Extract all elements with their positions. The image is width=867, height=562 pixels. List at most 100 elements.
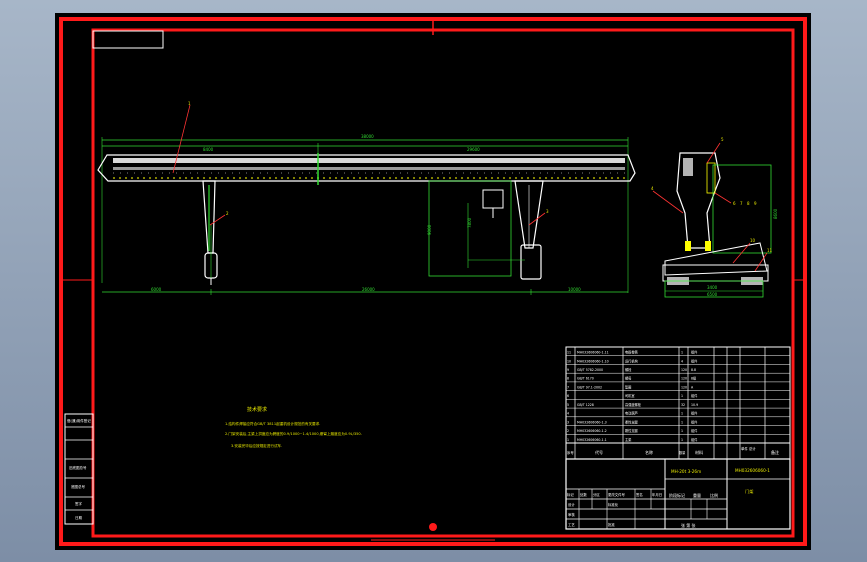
bom-cell-no: 8 (567, 377, 569, 381)
part-label-3: 3 (546, 209, 549, 214)
weight-label: 重量 (693, 492, 701, 498)
bom-cell-no: 7 (567, 385, 569, 389)
bom-cell-no: 4 (567, 412, 569, 416)
dim-right-seg: 29600 (467, 147, 480, 152)
bom-cell-name: 螺母 (625, 376, 631, 381)
left-block-3: 签字 (75, 501, 82, 506)
bom-cell-name: 垫圈 (625, 384, 631, 389)
sign-zone: 分区 (593, 492, 600, 497)
bom-cell-no: 10 (567, 359, 571, 363)
label-check: 审核 (568, 512, 575, 517)
dim-span: 26000 (362, 287, 375, 292)
bom-header-no: 序号 (567, 450, 574, 455)
drawing-number-box (92, 30, 164, 49)
bom-cell-qty: 1 (681, 420, 683, 424)
bom-cell-mat: 组件 (691, 411, 698, 416)
bom-cell-no: 1 (567, 438, 569, 442)
label-standard: 标准化 (608, 502, 619, 507)
part-label-11: 11 (767, 248, 773, 253)
sign-count: 处数 (580, 492, 587, 497)
part-label-8: 8 (747, 201, 750, 206)
part-label-1: 1 (188, 101, 191, 106)
bom-cell-mat: 组件 (691, 428, 698, 433)
bom-table (565, 346, 791, 459)
bom-cell-no: 6 (567, 394, 569, 398)
bom-cell-qty: 1 (681, 351, 683, 355)
part-label-10: 10 (750, 238, 756, 243)
bom-cell-qty: 1 (681, 429, 683, 433)
dim-side-base: 6500 (707, 292, 718, 297)
gantry-side-view (652, 142, 772, 298)
dim-overall: 38000 (361, 134, 374, 139)
drawing-code: MH032606060-1 (735, 468, 770, 473)
bom-cell-name: 司机室 (625, 393, 635, 398)
dim-clear-height: 7800 (467, 217, 472, 228)
bom-cell-mat: A (691, 385, 694, 389)
label-process: 工艺 (568, 522, 575, 527)
part-label-9: 9 (754, 201, 757, 206)
bom-cell-code: MH032606060-1.11 (577, 351, 609, 355)
bom-cell-qty: 120 (681, 377, 687, 381)
bom-rows: 11 MH032606060-1.11 电缆卷筒 1 组件10 MH032606060-1… (566, 350, 790, 444)
bom-cell-name: 刚性支腿 (625, 428, 639, 433)
bom-cell-name: 柔性支腿 (625, 419, 639, 424)
left-block-0: 借(通)用件登记 (67, 418, 91, 423)
bom-header-note: 备注 (771, 449, 779, 455)
tech-req-line-2: 2.门架安装后,主梁上拱度应为跨度的0.9/1000~1.4/1000,悬臂上翘… (225, 431, 362, 436)
bom-cell-qty: 120 (681, 368, 687, 372)
bom-cell-code: GB/T 5782-2000 (577, 368, 603, 372)
cad-canvas[interactable]: 38000 8400 29600 6000 26000 10000 9000 7… (55, 13, 811, 550)
bom-cell-name: 电缆卷筒 (625, 350, 638, 355)
sign-signature: 签名 (636, 492, 643, 497)
bom-cell-code: GB/T 1228 (577, 403, 594, 407)
bom-cell-qty: 1 (681, 394, 683, 398)
tech-req-heading: 技术要求 (247, 406, 267, 413)
view-name: 门架 (745, 488, 753, 495)
sign-mark: 标记 (567, 492, 574, 497)
bom-cell-name: 电动葫芦 (625, 411, 638, 416)
bom-header-mat: 材料 (695, 449, 703, 455)
part-label-6: 6 (733, 201, 736, 206)
bom-cell-code: MH032606060-1.3 (577, 420, 607, 424)
dim-side-height: 8600 (773, 208, 778, 219)
sheet-label: 张 第 张 (681, 522, 696, 528)
bom-cell-no: 2 (567, 429, 569, 433)
bom-cell-code: MH032606060-1.1 (577, 438, 607, 442)
sign-change-doc: 更改文件号 (608, 492, 626, 497)
bom-header-code: 代号 (595, 449, 603, 455)
machine-desc: MH-20t 3-26m (671, 469, 701, 474)
bom-header-weight: 单件 总计 (741, 446, 756, 451)
bom-cell-qty: 120 (681, 385, 687, 389)
label-approve: 批准 (608, 522, 615, 527)
bom-cell-qty: 1 (681, 412, 683, 416)
bom-cell-name: 主梁 (625, 437, 632, 442)
bom-cell-no: 3 (567, 420, 569, 424)
bom-cell-mat: 组件 (691, 419, 698, 424)
stage-label: 阶段标记 (669, 492, 685, 498)
bom-cell-no: 9 (567, 368, 569, 372)
bom-cell-qty: 32 (681, 403, 685, 407)
bom-cell-mat: 8级 (691, 376, 697, 381)
bom-cell-code: MH032606060-1.2 (577, 429, 607, 433)
bom-cell-no: 5 (567, 403, 569, 407)
bom-cell-mat: 组件 (691, 393, 698, 398)
bom-cell-code: MH032606060-1.10 (577, 359, 609, 363)
left-block-1: 旧底图总号 (69, 465, 87, 470)
left-block-2: 底图总号 (71, 484, 85, 489)
dim-height: 9000 (427, 224, 432, 235)
dim-left-seg: 8400 (203, 147, 214, 152)
dim-right-overhang: 10000 (568, 287, 581, 292)
label-design: 设计 (568, 502, 575, 507)
bom-cell-qty: 4 (681, 359, 683, 363)
bom-cell-no: 11 (567, 351, 571, 355)
bom-cell-mat: 组件 (691, 358, 698, 363)
bom-cell-mat: 组件 (691, 350, 698, 355)
bom-header-name: 名称 (645, 449, 653, 455)
part-label-2: 2 (226, 211, 229, 216)
left-block-4: 日期 (75, 515, 82, 520)
sign-date: 年月日 (652, 492, 662, 497)
tech-req-line-1: 1.结构件焊接应符合GB/T 3811起重机设计规范的有关要求. (225, 421, 320, 426)
bom-cell-code: GB/T 6170 (577, 377, 594, 381)
bom-cell-name: 高强度螺栓 (625, 402, 642, 407)
scale-label: 比例 (710, 492, 718, 498)
